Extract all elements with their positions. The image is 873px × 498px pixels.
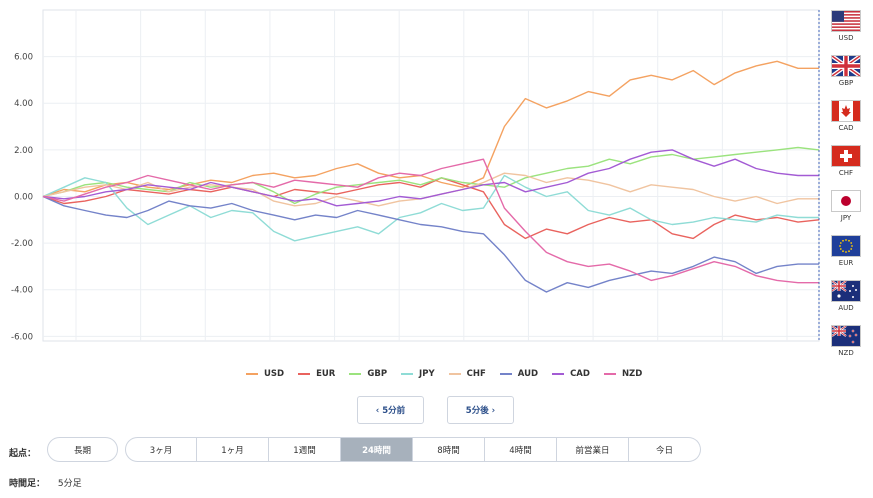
japan-flag-icon [831, 190, 861, 212]
legend-swatch [401, 373, 414, 375]
legend-swatch [552, 373, 565, 375]
chart-legend: USD EUR GBP JPY CHF AUD CAD NZD [246, 369, 656, 379]
legend-item-eur[interactable]: EUR [298, 369, 335, 379]
legend-swatch [603, 373, 616, 375]
legend-label: EUR [316, 369, 336, 379]
legend-item-aud[interactable]: AUD [499, 369, 539, 379]
interval-value: 5分足 [57, 479, 82, 489]
flag-item-usd[interactable]: USD [829, 10, 863, 42]
period-button[interactable]: 前営業日 [557, 437, 629, 462]
legend-item-cad[interactable]: CAD [552, 369, 590, 379]
legend-swatch [349, 373, 362, 375]
legend-swatch [246, 373, 258, 375]
y-tick-label: 0.00 [14, 192, 33, 202]
legend-label: CAD [570, 369, 590, 379]
flag-item-eur[interactable]: EUR [829, 235, 863, 267]
flag-code-label: JPY [840, 214, 852, 222]
legend-label: NZD [621, 369, 643, 379]
prev-5min-button[interactable]: ‹ 5分前 [357, 396, 424, 424]
period-button[interactable]: 24時間 [341, 437, 413, 462]
currency-strength-chart: 6.004.002.000.00-2.00-4.00-6.00 8:0010:0… [11, 9, 820, 343]
eu-flag-icon [831, 235, 861, 257]
legend-item-chf[interactable]: CHF [448, 369, 486, 379]
legend-swatch [298, 373, 311, 375]
y-tick-label: -4.00 [11, 286, 33, 296]
y-tick-label: -6.00 [11, 332, 33, 342]
y-tick-label: 2.00 [14, 146, 33, 156]
legend-item-gbp[interactable]: GBP [349, 369, 387, 379]
flag-item-chf[interactable]: CHF [829, 145, 863, 177]
legend-label: JPY [419, 369, 435, 379]
y-tick-label: 4.00 [14, 99, 33, 109]
flag-item-nzd[interactable]: NZD [829, 325, 863, 357]
period-button[interactable]: 3ヶ月 [125, 437, 197, 462]
legend-label: CHF [466, 369, 486, 379]
period-button[interactable]: 4時間 [485, 437, 557, 462]
interval-label: 時間足： [9, 479, 46, 489]
swiss-flag-icon [831, 145, 861, 167]
y-axis: 6.00 4.00 2.00 0.00 -2.00 -4.00 -6.00 [11, 53, 33, 343]
legend-item-nzd[interactable]: NZD [603, 369, 643, 379]
legend-label: USD [264, 369, 285, 379]
period-button[interactable]: 長期 [47, 437, 118, 462]
legend-label: GBP [367, 369, 388, 379]
flag-item-cad[interactable]: CAD [829, 100, 863, 132]
australia-flag-icon [831, 280, 861, 302]
period-button[interactable]: 今日 [629, 437, 701, 462]
flag-code-label: NZD [838, 349, 854, 357]
legend-swatch [448, 373, 461, 375]
flag-item-gbp[interactable]: GBP [829, 55, 863, 87]
period-button[interactable]: 1週間 [269, 437, 341, 462]
legend-item-jpy[interactable]: JPY [401, 369, 435, 379]
legend-label: AUD [517, 369, 539, 379]
new-zealand-flag-icon [831, 325, 861, 347]
legend-swatch [499, 373, 512, 375]
interval-row: 時間足： 5分足 [9, 476, 82, 489]
flag-code-label: CHF [838, 169, 854, 177]
uk-flag-icon [831, 55, 861, 77]
plot-area [42, 9, 820, 342]
legend-item-usd[interactable]: USD [246, 369, 284, 379]
canada-flag-icon [831, 100, 861, 122]
flag-code-label: EUR [838, 259, 854, 267]
flag-code-label: CAD [838, 124, 854, 132]
flag-item-aud[interactable]: AUD [829, 280, 863, 312]
flag-code-label: AUD [838, 304, 854, 312]
period-button[interactable]: 1ヶ月 [197, 437, 269, 462]
period-button[interactable]: 8時間 [413, 437, 485, 462]
us-flag-icon [831, 10, 861, 32]
next-5min-button[interactable]: 5分後 › [447, 396, 514, 424]
y-tick-label: -2.00 [11, 239, 33, 249]
y-tick-label: 6.00 [14, 53, 33, 63]
flag-code-label: USD [838, 34, 854, 42]
start-label: 起点： [9, 449, 37, 459]
flag-item-jpy[interactable]: JPY [829, 190, 863, 222]
flag-code-label: GBP [838, 79, 854, 87]
